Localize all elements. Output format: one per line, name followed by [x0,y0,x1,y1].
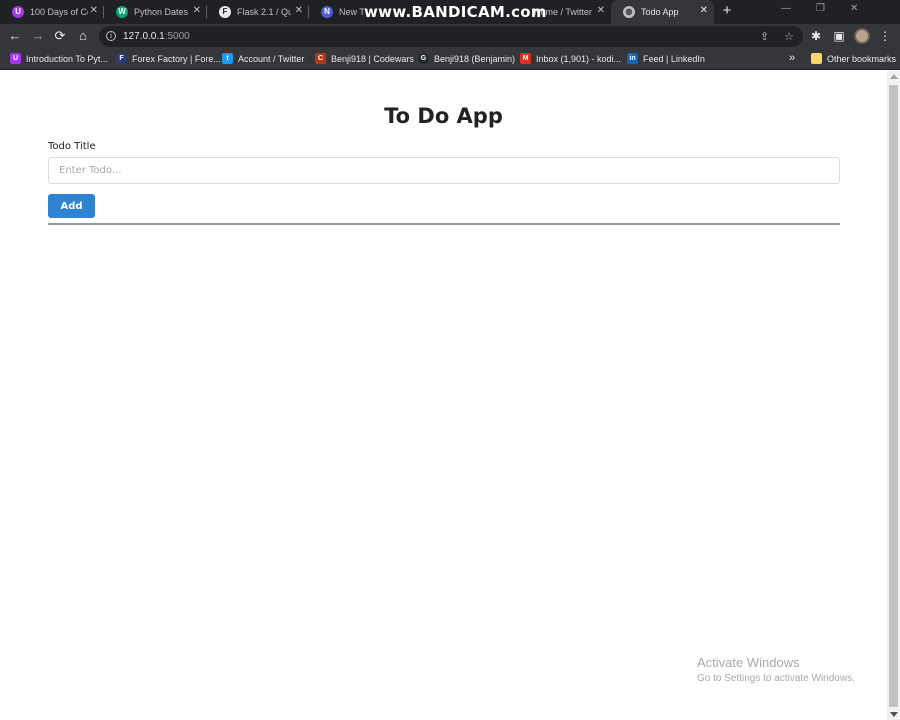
gmail-icon: M [520,53,531,64]
codewars-icon: C [315,53,326,64]
scroll-thumb[interactable] [889,85,898,707]
close-icon[interactable]: ✕ [295,5,303,16]
bookmark-gmail-inbox[interactable]: M Inbox (1,901) - kodi... [520,53,621,64]
tab-label: Python Dates [134,7,189,17]
close-icon[interactable]: ✕ [90,5,98,16]
url-host: 127.0.0.1 [123,31,165,42]
windows-activation-notice: Activate Windows Go to Settings to activ… [697,655,855,684]
menu-kebab-icon[interactable]: ⋮ [878,29,892,43]
browser-tab-strip: U 100 Days of Code ✕ W Python Dates ✕ F … [0,0,900,24]
activate-title: Activate Windows [697,655,800,670]
bookmark-introduction-to-python[interactable]: U Introduction To Pyt... [10,53,108,64]
new-tab-plus-icon[interactable]: + [718,2,736,19]
bookmark-account-twitter[interactable]: t Account / Twitter [222,53,304,64]
window-close-icon[interactable]: ✕ [850,3,858,14]
close-icon[interactable]: ✕ [193,5,201,16]
other-bookmarks-folder[interactable]: Other bookmarks [811,53,896,64]
newtab-icon: N [321,6,333,18]
bookmarks-bar: U Introduction To Pyt... F Forex Factory… [0,49,900,70]
divider [48,223,840,225]
forexfactory-icon: F [116,53,127,64]
tab-100-days-of-code[interactable]: U 100 Days of Code ✕ [0,0,104,24]
tab-flask-quickstart[interactable]: F Flask 2.1 / Quickstart ✕ [207,0,309,24]
bookmark-label: Benji918 | Codewars [331,53,414,64]
twitter-icon: t [222,53,233,64]
back-arrow-icon[interactable]: ← [7,28,23,44]
udemy-icon: U [10,53,21,64]
bookmark-label: Other bookmarks [827,53,897,64]
todo-title-label: Todo Title [48,141,96,152]
profile-avatar[interactable] [854,28,870,44]
tab-label: 100 Days of Code [30,7,88,17]
bookmark-label: Account / Twitter [238,53,305,64]
minimize-icon[interactable]: — [781,3,791,14]
globe-icon: ◍ [623,6,635,18]
extensions-puzzle-icon[interactable]: ✱ [809,29,823,43]
add-todo-button[interactable]: Add [48,194,95,218]
close-icon[interactable]: ✕ [597,5,605,16]
url-port: :5000 [164,31,190,42]
bookmark-label: Introduction To Pyt... [26,53,108,64]
bookmark-star-icon[interactable]: ☆ [784,30,794,43]
w3schools-icon: W [116,6,128,18]
close-icon[interactable]: ✕ [700,5,708,16]
udemy-icon: U [12,6,24,18]
bookmark-codewars[interactable]: C Benji918 | Codewars [315,53,414,64]
forward-arrow-icon[interactable]: → [30,28,46,44]
todo-title-input[interactable] [48,157,840,184]
scroll-down-arrow-icon[interactable] [890,712,898,717]
bookmark-label: Inbox (1,901) - kodi... [536,53,622,64]
address-bar[interactable]: i 127.0.0.1:5000 ⇪ ☆ [99,26,803,47]
address-url[interactable]: 127.0.0.1:5000 [123,31,190,42]
tab-python-dates[interactable]: W Python Dates ✕ [104,0,207,24]
linkedin-icon: in [627,53,638,64]
share-icon[interactable]: ⇪ [760,30,769,43]
bookmark-label: Benji918 (Benjamin) [434,53,516,64]
tab-label: New Tab [339,7,364,17]
scroll-up-arrow-icon[interactable] [890,74,898,79]
bookmark-label: Forex Factory | Fore... [132,53,221,64]
bandicam-watermark: www.BANDICAM.com [364,3,547,21]
tab-label: Flask 2.1 / Quickstart [237,7,291,17]
folder-icon [811,53,822,64]
activate-subtitle: Go to Settings to activate Windows. [697,673,855,684]
bookmark-label: Feed | LinkedIn [643,53,705,64]
reload-icon[interactable]: ⟳ [52,28,68,44]
bookmarks-overflow-icon[interactable]: » [789,52,795,64]
tab-todo-app[interactable]: ◍ Todo App ✕ [611,0,714,24]
github-icon: G [418,53,429,64]
side-panel-icon[interactable]: ▣ [832,29,846,43]
page-viewport: To Do App Todo Title Add Activate Window… [0,71,887,720]
flask-icon: F [219,6,231,18]
bookmark-forex-factory[interactable]: F Forex Factory | Fore... [116,53,221,64]
page-title: To Do App [384,104,503,128]
bookmark-linkedin-feed[interactable]: in Feed | LinkedIn [627,53,705,64]
home-icon[interactable]: ⌂ [75,28,91,44]
tab-new-tab[interactable]: N New Tab [309,0,364,24]
page-scrollbar[interactable] [887,71,900,720]
restore-icon[interactable]: ❐ [816,3,825,14]
site-info-icon[interactable]: i [106,31,116,41]
bookmark-github-benji918[interactable]: G Benji918 (Benjamin) [418,53,515,64]
browser-toolbar: ← → ⟳ ⌂ i 127.0.0.1:5000 ⇪ ☆ ✱ ▣ ⋮ [0,24,900,49]
tab-label: Todo App [641,7,679,17]
